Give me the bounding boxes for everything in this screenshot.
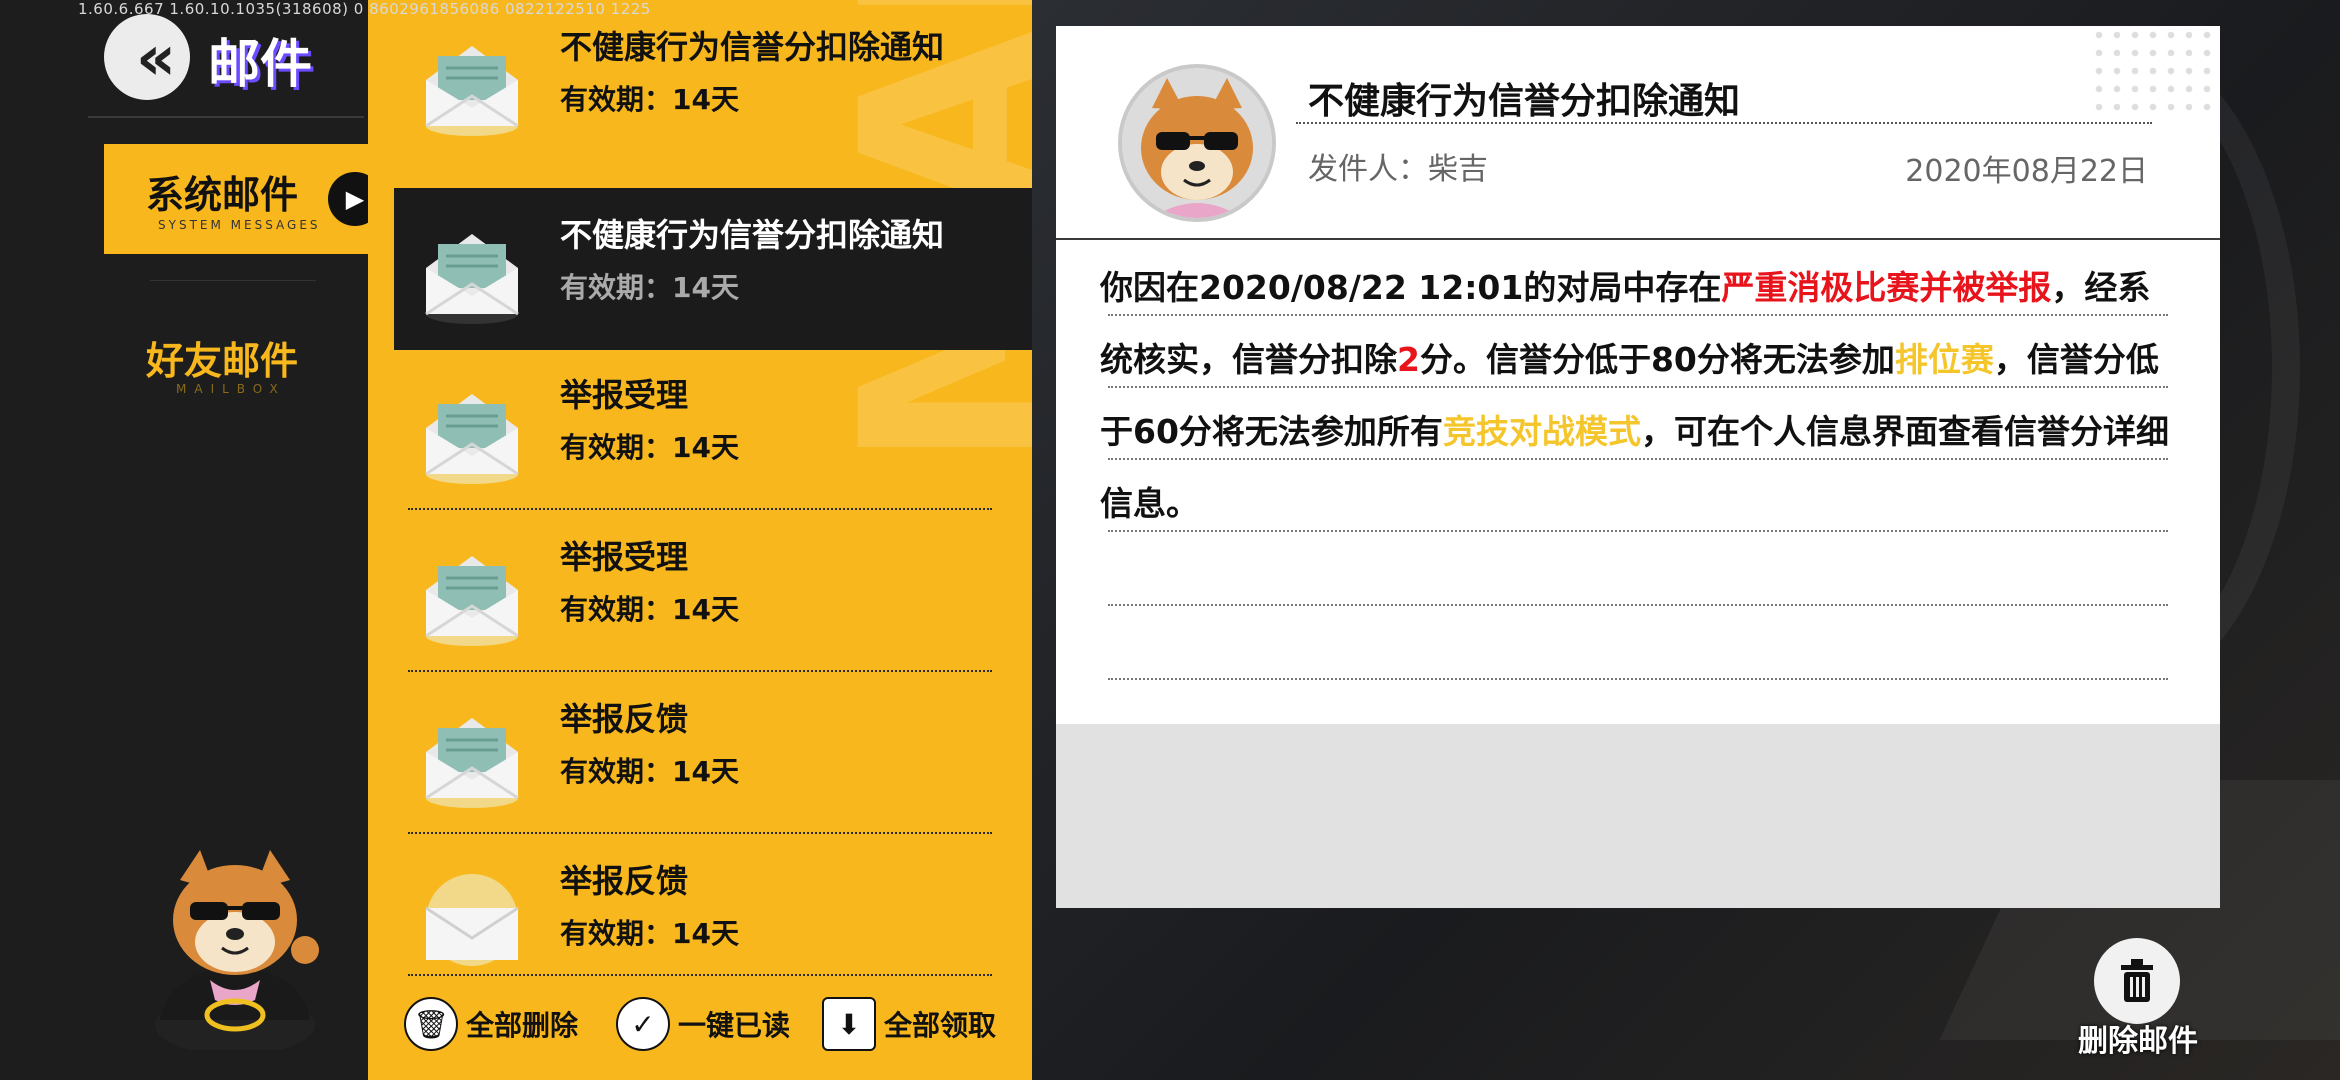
trash-icon: 🗑 — [404, 997, 458, 1051]
tab-sublabel: MAILBOX — [176, 382, 286, 396]
envelope-open-icon — [425, 46, 519, 136]
mail-subject: 举报反馈 — [560, 862, 689, 900]
mail-body: 你因在2020/08/22 12:01的对局中存在严重消极比赛并被举报，经系统核… — [1100, 252, 2180, 540]
envelope-closed-icon — [425, 874, 519, 966]
tab-label: 系统邮件 — [146, 173, 299, 217]
mail-subject: 举报反馈 — [560, 700, 689, 738]
claim-all-button[interactable]: ⬇ 全部领取 — [822, 994, 996, 1054]
mail-detail: 不健康行为信誉分扣除通知 发件人：柴吉 2020年08月22日 你因在2020/… — [1056, 26, 2220, 908]
dot-pattern — [2090, 26, 2220, 116]
divider — [408, 974, 992, 976]
mail-subject: 不健康行为信誉分扣除通知 — [560, 216, 945, 254]
mail-validity: 有效期：14天 — [560, 431, 739, 464]
mail-item[interactable]: 不健康行为信誉分扣除通知 有效期：14天 — [394, 188, 1032, 350]
version-text: 1.60.6.667 1.60.10.1035(318608) 0 860296… — [78, 0, 651, 18]
mail-title: 不健康行为信誉分扣除通知 — [1308, 81, 1741, 122]
action-label: 全部删除 — [466, 1009, 579, 1042]
divider — [1108, 678, 2168, 680]
envelope-open-icon — [425, 234, 519, 324]
divider — [1108, 604, 2168, 606]
list-actions: 🗑 全部删除 ✓ 一键已读 ⬇ 全部领取 — [368, 974, 1032, 1080]
body-text: 分。信誉分低于80分将无法参加 — [1419, 340, 1895, 379]
mail-validity: 有效期：14天 — [560, 593, 739, 626]
body-highlight: 2 — [1397, 340, 1420, 379]
sender-avatar — [1118, 64, 1276, 222]
tab-friend-mail[interactable]: 好友邮件 MAILBOX — [104, 300, 364, 410]
divider — [88, 116, 364, 118]
mail-subject: 举报受理 — [560, 376, 689, 414]
mail-item[interactable]: 举报反馈 有效期：14天 — [368, 834, 1032, 996]
body-highlight: 严重消极比赛并被举报 — [1721, 268, 2052, 307]
envelope-open-icon — [425, 556, 519, 646]
mail-date: 2020年08月22日 — [1905, 154, 2148, 189]
delete-mail-button[interactable]: 删除邮件 — [2068, 938, 2208, 1059]
divider — [1056, 238, 2220, 240]
envelope-open-icon — [425, 718, 519, 808]
check-icon: ✓ — [616, 997, 670, 1051]
mail-validity: 有效期：14天 — [560, 755, 739, 788]
mail-detail-content: 不健康行为信誉分扣除通知 发件人：柴吉 2020年08月22日 你因在2020/… — [1056, 26, 2220, 724]
page-title: 邮件 — [208, 35, 313, 95]
delete-mail-label: 删除邮件 — [2078, 1024, 2198, 1059]
mail-sender: 发件人：柴吉 — [1308, 152, 1488, 187]
mail-item[interactable]: 举报反馈 有效期：14天 — [368, 672, 1032, 834]
mail-validity: 有效期：14天 — [560, 271, 739, 304]
body-highlight: 竞技对战模式 — [1442, 412, 1641, 451]
tab-system-mail[interactable]: 系统邮件 SYSTEM MESSAGES ▶ — [104, 144, 394, 254]
mail-validity: 有效期：14天 — [560, 917, 739, 950]
tab-sublabel: SYSTEM MESSAGES — [158, 218, 321, 232]
trash-icon — [2094, 938, 2180, 1024]
double-chevron-left-icon: « — [135, 20, 176, 94]
shiba-mascot-icon — [155, 850, 319, 1050]
divider — [1296, 122, 2152, 124]
divider — [150, 280, 316, 281]
delete-all-button[interactable]: 🗑 全部删除 — [404, 994, 578, 1054]
mark-all-read-button[interactable]: ✓ 一键已读 — [616, 994, 790, 1054]
mail-item[interactable]: 不健康行为信誉分扣除通知 有效期：14天 — [368, 0, 1032, 162]
mail-validity: 有效期：14天 — [560, 83, 739, 116]
mail-item[interactable]: 举报受理 有效期：14天 — [368, 510, 1032, 672]
mail-subject: 举报受理 — [560, 538, 689, 576]
envelope-open-icon — [425, 394, 519, 484]
tab-label: 好友邮件 — [146, 339, 299, 383]
mail-subject: 不健康行为信誉分扣除通知 — [560, 28, 945, 66]
sidebar: « 邮件 系统邮件 SYSTEM MESSAGES ▶ 好友邮件 MAILBOX — [0, 0, 394, 1080]
action-label: 一键已读 — [678, 1009, 791, 1042]
body-highlight: 排位赛 — [1894, 340, 1994, 379]
mail-list: MAIL 不健康行为信誉分扣除通知 有效期：14天 不健康行为信誉分扣除通知 有… — [368, 0, 1032, 1080]
mail-item[interactable]: 举报受理 有效期：14天 — [368, 348, 1032, 510]
body-text: 你因在2020/08/22 12:01的对局中存在 — [1100, 268, 1722, 307]
download-icon: ⬇ — [822, 997, 876, 1051]
action-label: 全部领取 — [884, 1009, 997, 1042]
back-button[interactable]: « — [104, 14, 190, 100]
